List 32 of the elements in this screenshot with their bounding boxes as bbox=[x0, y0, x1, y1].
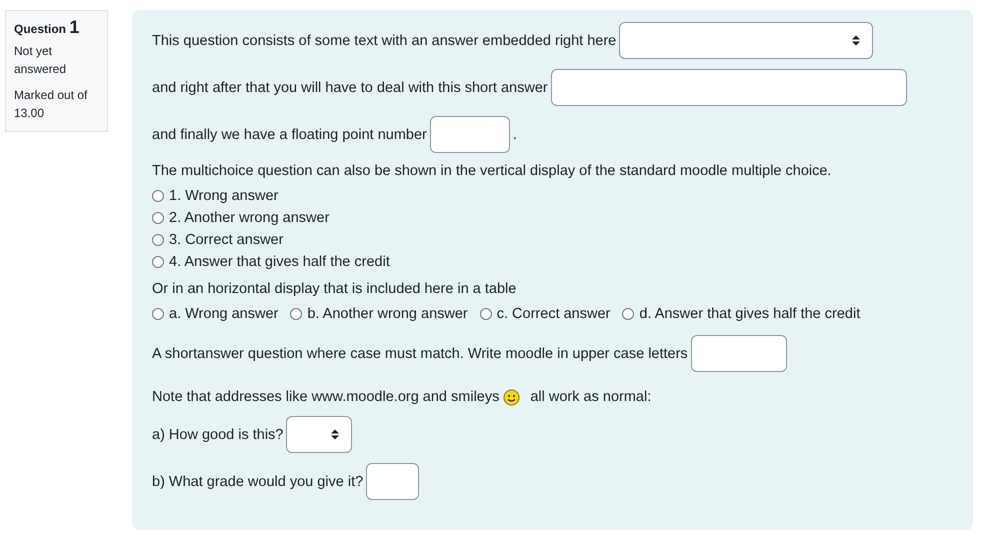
question-text: and right after that you will have to deal with this short answer bbox=[152, 80, 548, 96]
punctuation: . bbox=[512, 126, 517, 142]
dropdown[interactable] bbox=[619, 22, 874, 59]
radio-option[interactable]: 1. Wrong answer bbox=[152, 187, 953, 205]
question-number: 1 bbox=[69, 17, 80, 37]
smiley-icon bbox=[503, 388, 520, 406]
question-state: Not yet answered bbox=[14, 43, 68, 78]
question-text: Or in an horizontal display that is included here in a table bbox=[152, 281, 518, 297]
radio-option[interactable]: 3. Correct answer bbox=[152, 231, 953, 249]
radio-option[interactable]: 2. Another wrong answer bbox=[152, 209, 953, 227]
radio-option[interactable]: b. Another wrong answer bbox=[290, 305, 468, 323]
question-text: A shortanswer question where case must match. Write moodle in upper case letters bbox=[152, 346, 688, 362]
input-field[interactable] bbox=[690, 335, 787, 372]
question-text: The multichoice question can also be shown in the vertical display of the standard moodle multiple choice. bbox=[152, 163, 832, 179]
question-text: all work as normal: bbox=[530, 389, 652, 405]
question-label: Question bbox=[14, 22, 66, 36]
input-field[interactable] bbox=[430, 116, 510, 153]
input-field[interactable] bbox=[550, 69, 907, 106]
question-text: and finally we have a floating point number bbox=[152, 126, 427, 142]
radio-option[interactable]: a. Wrong answer bbox=[152, 305, 278, 323]
input-field[interactable] bbox=[366, 463, 420, 500]
question-grade: Marked out of 13.00 bbox=[14, 87, 88, 122]
question-text: Note that addresses like www.moodle.org and smileys bbox=[152, 389, 500, 405]
sort-caret-icon bbox=[331, 429, 340, 440]
sort-caret-icon bbox=[852, 35, 860, 46]
radio-option[interactable]: d. Answer that gives half the credit bbox=[622, 305, 860, 323]
dropdown[interactable] bbox=[286, 416, 352, 453]
radio-option[interactable]: c. Correct answer bbox=[480, 305, 610, 323]
question-text: b) What grade would you give it? bbox=[152, 474, 364, 490]
question-text: a) How good is this? bbox=[152, 426, 284, 442]
question-text: This question consists of some text with an answer embedded right here bbox=[152, 32, 616, 48]
radio-option[interactable]: 4. Answer that gives half the credit bbox=[152, 253, 953, 271]
